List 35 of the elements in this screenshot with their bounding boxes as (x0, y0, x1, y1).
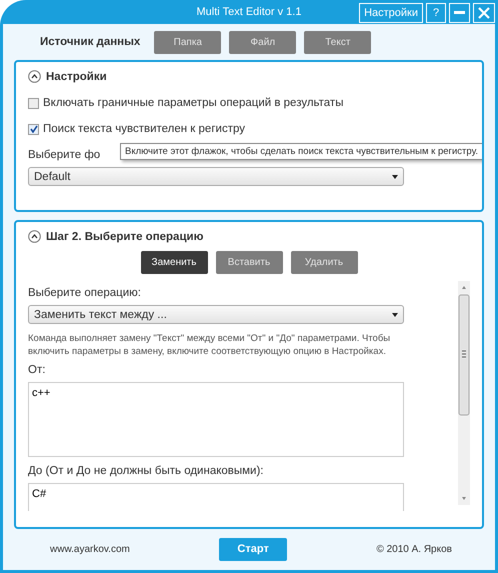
operation-label: Выберите операцию: (28, 287, 142, 299)
operation-button[interactable]: Вставить (216, 251, 282, 274)
panel-title: Шаг 2. Выберите операцию (46, 230, 204, 242)
start-button[interactable]: Старт (219, 538, 288, 560)
panel-title: Настройки (46, 70, 107, 82)
format-dropdown[interactable]: Default (28, 167, 404, 186)
checkbox[interactable] (28, 98, 39, 108)
minimize-icon (454, 11, 465, 14)
from-label: От: (28, 364, 46, 376)
window-title: Multi Text Editor v 1.1 (196, 6, 302, 18)
dropdown-caret-icon (392, 174, 398, 178)
checkbox-label: Поиск текста чувствителен к регистру (43, 123, 245, 135)
title-bar-button[interactable]: Настройки (359, 2, 423, 22)
dropdown-caret-icon (392, 312, 398, 316)
scrollbar[interactable] (458, 281, 470, 505)
close-icon (478, 6, 490, 18)
operation-button[interactable]: Удалить (290, 251, 358, 274)
collapse-icon[interactable] (28, 70, 41, 83)
website-link[interactable]: www.ayarkov.com (50, 544, 130, 554)
operation-dropdown[interactable]: Заменить текст между ... (28, 305, 404, 324)
from-field[interactable]: c++ (28, 382, 404, 457)
minimize-button[interactable] (449, 2, 470, 22)
to-field[interactable]: C# (28, 483, 404, 511)
title-bar-button[interactable]: ? (426, 2, 446, 22)
operation-button[interactable]: Заменить (140, 251, 208, 274)
checkbox[interactable] (28, 124, 39, 134)
data-source-label: Источник данных (40, 36, 140, 48)
operation-description: Команда выполняет замену "Текст" между всеми "От" и "До" параметрами. Чтобы включить параметры в замену, включите соответствующую опцию в Настройках. (28, 332, 392, 358)
checkbox-label: Включать граничные параметры операций в результаты (43, 97, 344, 109)
format-label: Выберите фо (28, 149, 100, 161)
close-button[interactable] (473, 2, 495, 22)
collapse-icon[interactable] (28, 230, 41, 243)
tooltip: Включите этот флажок, чтобы сделать поиск текста чувствительным к регистру. (120, 143, 482, 160)
to-label: До (От и До не должны быть одинаковыми): (28, 465, 264, 477)
copyright-text: © 2010 А. Ярков (376, 544, 452, 554)
